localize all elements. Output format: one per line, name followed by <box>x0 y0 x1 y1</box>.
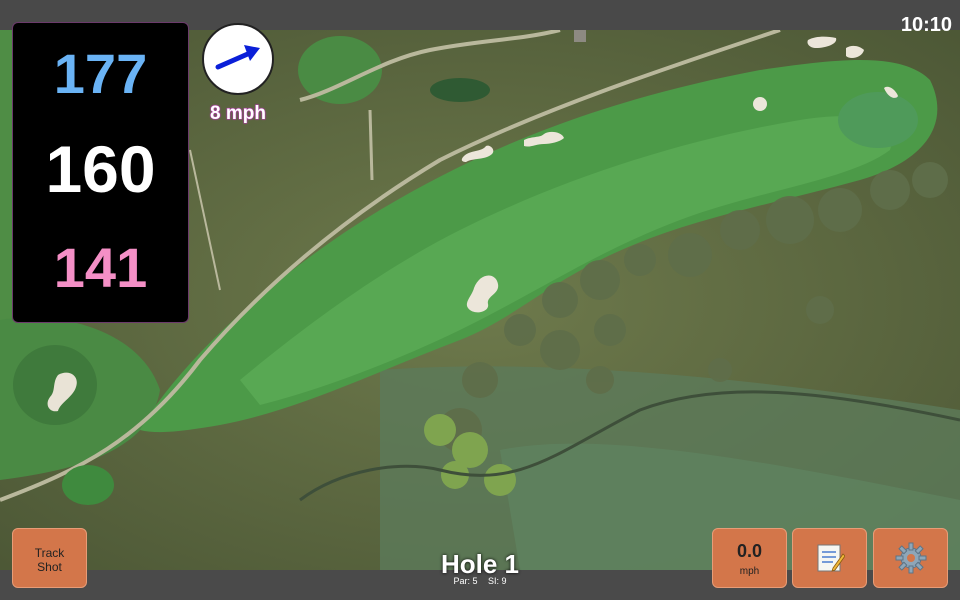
speed-button[interactable]: 0.0 mph <box>712 528 787 588</box>
track-shot-button[interactable]: Track Shot <box>12 528 87 588</box>
wind-direction-indicator <box>202 23 274 95</box>
track-shot-label: Track Shot <box>34 546 65 574</box>
memo-icon <box>817 544 845 572</box>
middle-distance: 160 <box>45 132 156 206</box>
speed-unit: mph <box>739 566 760 577</box>
hole-info: Par: 5 SI: 9 <box>380 576 580 586</box>
front-distance: 141 <box>53 236 148 299</box>
settings-button[interactable] <box>873 528 948 588</box>
speed-value: 0.0 <box>736 541 763 561</box>
arrow-right-up-icon <box>215 45 260 70</box>
hole-par: Par: 5 <box>453 576 478 586</box>
distance-panel: 177 160 141 <box>12 22 189 323</box>
wind-speed: 8 mph <box>210 103 267 125</box>
back-distance: 177 <box>53 42 148 105</box>
clock: 10:10 <box>900 14 952 36</box>
gear-icon <box>895 542 926 574</box>
hole-stroke-index: SI: 9 <box>488 576 507 586</box>
notes-button[interactable] <box>792 528 867 588</box>
